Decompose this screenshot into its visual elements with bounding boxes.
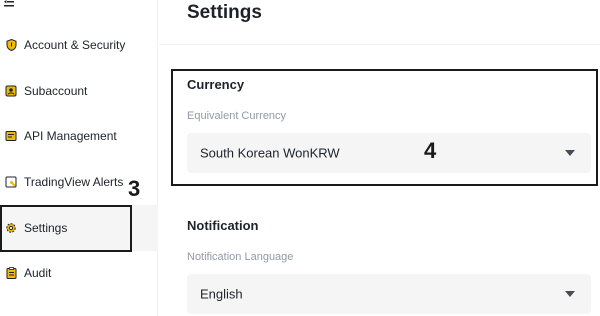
clipboard-icon bbox=[5, 267, 17, 279]
notification-language-select-value: English bbox=[200, 286, 243, 302]
currency-select[interactable]: South Korean WonKRW bbox=[187, 133, 591, 173]
equivalent-currency-label: Equivalent Currency bbox=[187, 110, 287, 122]
subaccount-icon bbox=[5, 85, 17, 97]
sidebar-item-label: Audit bbox=[24, 266, 52, 280]
menu-collapse-icon[interactable] bbox=[4, 0, 14, 11]
sidebar-item-label: Settings bbox=[24, 221, 68, 235]
sidebar-item-label: Subaccount bbox=[24, 84, 88, 98]
sidebar: Account & Security Subaccount API Manage… bbox=[0, 0, 158, 316]
currency-section-title: Currency bbox=[187, 77, 245, 92]
sidebar-item-label: Account & Security bbox=[24, 38, 126, 52]
sidebar-item-audit[interactable]: Audit bbox=[0, 250, 158, 296]
api-icon bbox=[5, 130, 17, 142]
sidebar-item-label: TradingView Alerts bbox=[24, 175, 124, 189]
gear-icon bbox=[5, 222, 17, 234]
notification-section-title: Notification bbox=[187, 218, 259, 233]
sidebar-item-label: API Management bbox=[24, 129, 117, 143]
annotation-step-3: 3 bbox=[128, 176, 141, 201]
main-content: Settings Currency Equivalent Currency So… bbox=[159, 0, 600, 316]
page-title: Settings bbox=[187, 2, 262, 23]
alert-icon bbox=[5, 176, 17, 188]
sidebar-item-settings[interactable]: Settings bbox=[0, 205, 158, 251]
sidebar-item-account-security[interactable]: Account & Security bbox=[0, 22, 158, 68]
chevron-down-icon bbox=[565, 291, 575, 297]
notification-language-label: Notification Language bbox=[187, 251, 294, 263]
shield-icon bbox=[5, 39, 17, 51]
notification-language-select[interactable]: English bbox=[187, 274, 591, 314]
divider bbox=[159, 44, 600, 45]
chevron-down-icon bbox=[565, 150, 575, 156]
annotation-step-4: 4 bbox=[424, 138, 437, 163]
currency-select-value: South Korean WonKRW bbox=[200, 145, 340, 161]
sidebar-item-api-management[interactable]: API Management bbox=[0, 113, 158, 159]
sidebar-item-subaccount[interactable]: Subaccount bbox=[0, 68, 158, 114]
